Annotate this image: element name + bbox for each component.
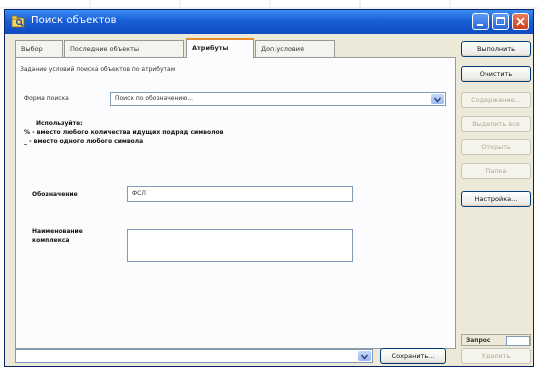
title-bar[interactable]: Поиск объектов [5, 10, 533, 34]
maximize-button[interactable] [492, 13, 509, 30]
tab-recent-objects[interactable]: Последние объекты [64, 40, 184, 57]
hint-title: Используйте: [36, 120, 83, 127]
designation-value: ФСЛ [132, 190, 146, 197]
query-status: Запрос [461, 334, 531, 346]
search-objects-window: Поиск объектов Выбор Последние объекты А… [4, 9, 534, 367]
search-form-label: Форма поиска [24, 95, 69, 102]
delete-button[interactable]: Удалить [461, 348, 531, 364]
window-title: Поиск объектов [31, 15, 117, 26]
designation-input[interactable]: ФСЛ [127, 186, 353, 202]
execute-button[interactable]: Выполнить [461, 41, 531, 57]
search-form-dropdown-button[interactable] [431, 94, 444, 104]
saved-queries-dropdown-button[interactable] [358, 351, 371, 361]
maximize-icon [496, 17, 505, 25]
app-icon [11, 15, 25, 28]
search-form-value: Поиск по обозначению... [115, 95, 194, 102]
attributes-panel: Задание условий поиска объектов по атриб… [15, 57, 456, 349]
query-status-value [506, 336, 530, 346]
designation-label: Обозначение [32, 191, 78, 198]
close-icon [516, 17, 525, 26]
save-button[interactable]: Сохранить... [380, 348, 446, 364]
minimize-icon [477, 24, 483, 26]
query-status-label: Запрос [466, 337, 491, 344]
close-button[interactable] [512, 13, 529, 30]
tab-select[interactable]: Выбор [15, 40, 63, 57]
complex-name-input[interactable] [127, 229, 353, 262]
settings-button[interactable]: Настройка... [461, 191, 531, 207]
hint-line-percent: % - вместо любого количества идущих подр… [24, 129, 224, 136]
clear-button[interactable]: Очистить [461, 66, 531, 82]
complex-name-label-line1: Наименование [32, 228, 83, 235]
content-button[interactable]: Содержание... [461, 92, 531, 108]
folder-button[interactable]: Папка [461, 163, 531, 179]
chevron-down-icon [361, 354, 368, 360]
tab-strip: Выбор Последние объекты Атрибуты Доп.усл… [15, 38, 455, 58]
saved-queries-select[interactable] [15, 349, 373, 363]
minimize-button[interactable] [472, 13, 489, 30]
chevron-down-icon [434, 97, 441, 103]
search-form-select[interactable]: Поиск по обозначению... [110, 92, 446, 106]
tab-extra-conditions[interactable]: Доп.условия [255, 40, 335, 57]
complex-name-label-line2: комплекса [32, 237, 70, 244]
panel-heading: Задание условий поиска объектов по атриб… [20, 66, 176, 73]
select-all-button[interactable]: Выделить все [461, 116, 531, 132]
open-button[interactable]: Открыть [461, 139, 531, 155]
hint-line-underscore: _ - вместо одного любого символа [24, 138, 144, 145]
tab-attributes[interactable]: Атрибуты [186, 38, 254, 58]
